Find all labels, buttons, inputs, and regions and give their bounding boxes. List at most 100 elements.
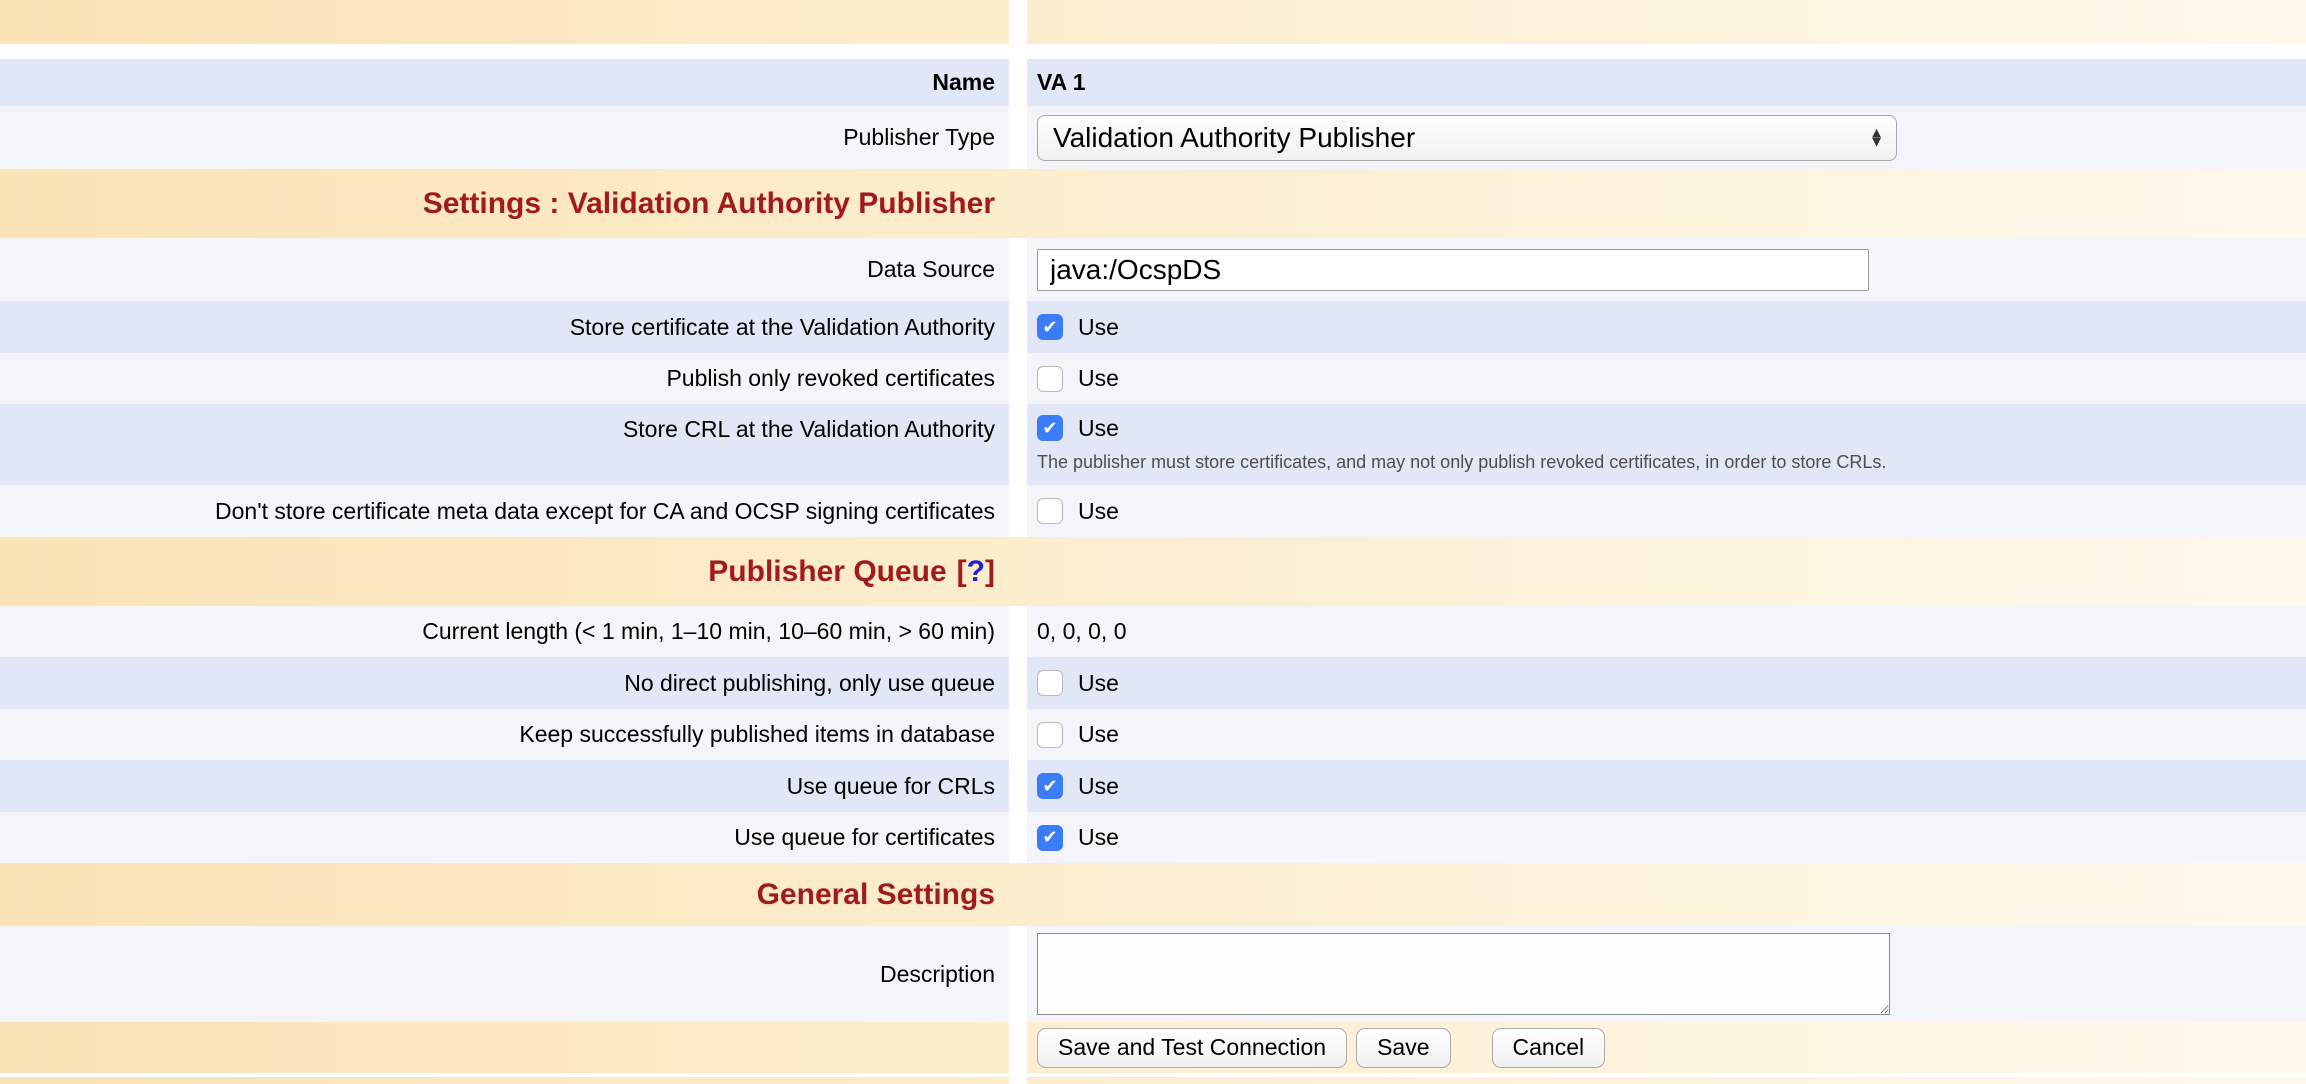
chevron-down-icon: ▼ bbox=[1869, 138, 1884, 147]
use-label: Use bbox=[1078, 824, 1119, 851]
use-label: Use bbox=[1078, 721, 1119, 748]
column-gap bbox=[1009, 760, 1027, 812]
use-label: Use bbox=[1078, 498, 1119, 525]
store-crl-help-note: The publisher must store certificates, a… bbox=[1037, 451, 1886, 474]
publisher-type-selected-value: Validation Authority Publisher bbox=[1053, 122, 1415, 154]
publisher-type-label: Publisher Type bbox=[0, 106, 1009, 169]
column-gap bbox=[1009, 1022, 1027, 1073]
store-crl-label: Store CRL at the Validation Authority bbox=[0, 404, 1009, 485]
no-direct-publishing-row: No direct publishing, only use queue Use bbox=[0, 657, 2306, 709]
keep-published-items-label: Keep successfully published items in dat… bbox=[0, 709, 1009, 760]
bottom-band-left bbox=[0, 1077, 1009, 1084]
keep-published-items-cell: Use bbox=[1027, 709, 2306, 760]
column-gap bbox=[1009, 0, 1027, 44]
save-button[interactable]: Save bbox=[1356, 1028, 1450, 1068]
column-gap bbox=[1009, 404, 1027, 485]
dont-store-metadata-checkbox[interactable] bbox=[1037, 498, 1063, 524]
current-length-label: Current length (< 1 min, 1–10 min, 10–60… bbox=[0, 606, 1009, 657]
use-queue-crls-cell: Use bbox=[1027, 760, 2306, 812]
publisher-type-row: Publisher Type Validation Authority Publ… bbox=[0, 106, 2306, 169]
use-label: Use bbox=[1078, 773, 1119, 800]
dont-store-metadata-row: Don't store certificate meta data except… bbox=[0, 485, 2306, 537]
column-gap bbox=[1009, 106, 1027, 169]
use-label: Use bbox=[1078, 670, 1119, 697]
publish-only-revoked-label: Publish only revoked certificates bbox=[0, 353, 1009, 404]
store-crl-cell: Use The publisher must store certificate… bbox=[1027, 404, 2306, 485]
publish-only-revoked-row: Publish only revoked certificates Use bbox=[0, 353, 2306, 404]
spacer-row bbox=[0, 44, 2306, 59]
data-source-input[interactable] bbox=[1037, 249, 1869, 291]
description-row: Description bbox=[0, 926, 2306, 1022]
column-gap bbox=[1009, 1077, 1027, 1084]
data-source-label: Data Source bbox=[0, 238, 1009, 301]
store-certificate-checkbox[interactable] bbox=[1037, 314, 1063, 340]
name-row: Name VA 1 bbox=[0, 59, 2306, 106]
general-settings-section-header: General Settings bbox=[0, 863, 2306, 926]
publish-only-revoked-cell: Use bbox=[1027, 353, 2306, 404]
publisher-queue-header-inner: Publisher Queue [?] bbox=[0, 555, 1009, 589]
use-label: Use bbox=[1078, 415, 1119, 442]
settings-section-header: Settings : Validation Authority Publishe… bbox=[0, 169, 2306, 238]
save-and-test-connection-button[interactable]: Save and Test Connection bbox=[1037, 1028, 1347, 1068]
bracket-close: ] bbox=[985, 555, 995, 588]
use-label: Use bbox=[1078, 314, 1119, 341]
use-label: Use bbox=[1078, 365, 1119, 392]
column-gap bbox=[1009, 812, 1027, 863]
top-band-right bbox=[1027, 0, 2306, 44]
store-certificate-cell: Use bbox=[1027, 301, 2306, 353]
publisher-queue-help: [?] bbox=[957, 555, 995, 589]
publish-only-revoked-checkbox[interactable] bbox=[1037, 366, 1063, 392]
column-gap bbox=[1009, 657, 1027, 709]
bottom-band-right bbox=[1027, 1077, 2306, 1084]
use-queue-certificates-cell: Use bbox=[1027, 812, 2306, 863]
actions-row-left bbox=[0, 1022, 1009, 1073]
column-gap bbox=[1009, 59, 1027, 106]
cancel-button[interactable]: Cancel bbox=[1492, 1028, 1606, 1068]
general-settings-header-inner: General Settings bbox=[0, 878, 1009, 912]
keep-published-items-checkbox[interactable] bbox=[1037, 722, 1063, 748]
dont-store-metadata-cell: Use bbox=[1027, 485, 2306, 537]
top-band-left bbox=[0, 0, 1009, 44]
store-crl-row: Store CRL at the Validation Authority Us… bbox=[0, 404, 2306, 485]
use-queue-crls-label: Use queue for CRLs bbox=[0, 760, 1009, 812]
column-gap bbox=[1009, 485, 1027, 537]
store-crl-checkbox[interactable] bbox=[1037, 415, 1063, 441]
use-queue-certificates-row: Use queue for certificates Use bbox=[0, 812, 2306, 863]
help-question-link[interactable]: ? bbox=[967, 555, 985, 588]
dont-store-metadata-label: Don't store certificate meta data except… bbox=[0, 485, 1009, 537]
name-label: Name bbox=[0, 59, 1009, 106]
settings-section-title: Settings : Validation Authority Publishe… bbox=[423, 187, 995, 221]
current-length-row: Current length (< 1 min, 1–10 min, 10–60… bbox=[0, 606, 2306, 657]
use-queue-crls-checkbox[interactable] bbox=[1037, 773, 1063, 799]
name-value: VA 1 bbox=[1027, 59, 2306, 106]
column-gap bbox=[1009, 353, 1027, 404]
no-direct-publishing-checkbox[interactable] bbox=[1037, 670, 1063, 696]
column-gap bbox=[1009, 301, 1027, 353]
settings-section-header-inner: Settings : Validation Authority Publishe… bbox=[0, 187, 1009, 221]
store-certificate-row: Store certificate at the Validation Auth… bbox=[0, 301, 2306, 353]
use-queue-certificates-checkbox[interactable] bbox=[1037, 825, 1063, 851]
store-crl-checkbox-line: Use bbox=[1037, 412, 1119, 444]
data-source-cell bbox=[1027, 238, 2306, 301]
current-length-value: 0, 0, 0, 0 bbox=[1027, 606, 2306, 657]
data-source-row: Data Source bbox=[0, 238, 2306, 301]
publisher-queue-section-header: Publisher Queue [?] bbox=[0, 537, 2306, 606]
column-gap bbox=[1009, 238, 1027, 301]
description-textarea[interactable] bbox=[1037, 933, 1890, 1015]
column-gap bbox=[1009, 709, 1027, 760]
actions-row: Save and Test Connection Save Cancel bbox=[0, 1022, 2306, 1073]
top-band bbox=[0, 0, 2306, 44]
bottom-band bbox=[0, 1077, 2306, 1084]
edit-publisher-page: { "page": { "name_row": { "label": "Name… bbox=[0, 0, 2306, 1084]
store-certificate-label: Store certificate at the Validation Auth… bbox=[0, 301, 1009, 353]
column-gap bbox=[1009, 606, 1027, 657]
publisher-type-select[interactable]: Validation Authority Publisher ▲ ▼ bbox=[1037, 115, 1897, 161]
select-stepper-icon: ▲ ▼ bbox=[1869, 128, 1884, 147]
description-label: Description bbox=[0, 926, 1009, 1022]
column-gap bbox=[1009, 926, 1027, 1022]
keep-published-items-row: Keep successfully published items in dat… bbox=[0, 709, 2306, 760]
description-cell bbox=[1027, 926, 2306, 1022]
publisher-queue-title: Publisher Queue bbox=[708, 555, 946, 589]
use-queue-crls-row: Use queue for CRLs Use bbox=[0, 760, 2306, 812]
general-settings-title: General Settings bbox=[757, 878, 995, 912]
